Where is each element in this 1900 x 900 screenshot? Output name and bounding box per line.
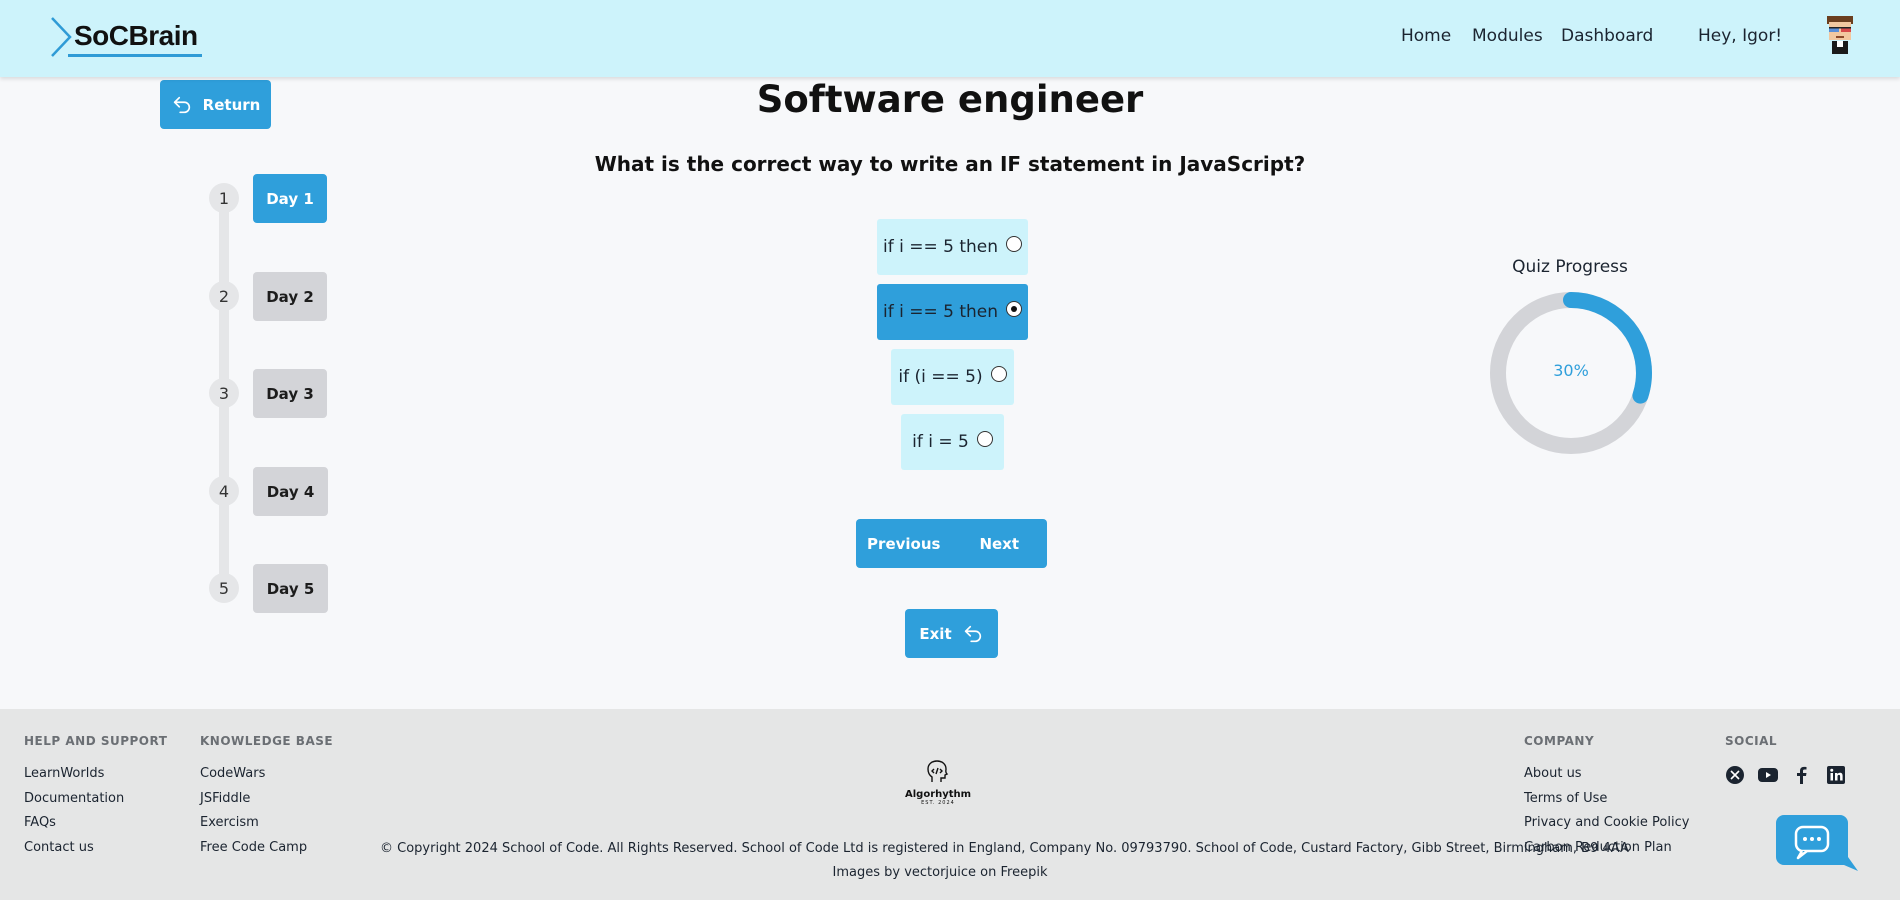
option-label: if i == 5 then — [882, 237, 999, 257]
footer-link-codewars[interactable]: CodeWars — [200, 766, 265, 781]
footer-link-exercism[interactable]: Exercism — [200, 815, 259, 830]
linkedin-icon[interactable] — [1826, 765, 1846, 785]
option-label: if (i == 5) — [898, 367, 983, 387]
algorhythm-est: EST. 2024 — [921, 800, 955, 806]
logo-underline — [68, 54, 202, 57]
footer-link-freecodecamp[interactable]: Free Code Camp — [200, 840, 307, 855]
footer-link-jsfiddle[interactable]: JSFiddle — [200, 791, 250, 806]
footer-link-contact[interactable]: Contact us — [24, 840, 94, 855]
day-number-5: 5 — [209, 573, 239, 603]
footer-heading-company: COMPANY — [1524, 734, 1595, 748]
images-credit: Images by vectorjuice on Freepik — [832, 865, 1048, 880]
option-radio[interactable] — [976, 431, 993, 447]
copyright-text: © Copyright 2024 School of Code. All Rig… — [380, 841, 1629, 856]
footer-link-learnworlds[interactable]: LearnWorlds — [24, 766, 104, 781]
quiz-question: What is the correct way to write an IF s… — [594, 152, 1306, 176]
quiz-pager: Previous Next — [856, 519, 1047, 568]
exit-button[interactable]: Exit — [905, 609, 998, 658]
nav-modules[interactable]: Modules — [1472, 26, 1543, 46]
option-radio[interactable] — [1006, 236, 1023, 252]
nav-dashboard[interactable]: Dashboard — [1561, 26, 1653, 46]
quiz-progress-value: 30% — [1553, 361, 1589, 380]
user-greeting: Hey, Igor! — [1698, 26, 1783, 46]
site-header: SoCBrain Home Modules Dashboard Hey, Igo… — [0, 0, 1900, 77]
day-1-button[interactable]: Day 1 — [253, 174, 327, 223]
previous-button[interactable]: Previous — [856, 519, 952, 568]
footer-link-privacy[interactable]: Privacy and Cookie Policy — [1524, 815, 1689, 830]
footer-heading-social: SOCIAL — [1725, 734, 1778, 748]
answer-option[interactable]: if (i == 5) — [891, 349, 1014, 405]
footer-link-carbon[interactable]: Carbon Reduction Plan — [1524, 840, 1672, 855]
answer-option[interactable]: if i == 5 then — [877, 219, 1028, 275]
nav-home[interactable]: Home — [1401, 26, 1451, 46]
return-arrow-icon — [964, 625, 981, 642]
footer-link-faqs[interactable]: FAQs — [24, 815, 56, 830]
avatar[interactable] — [1822, 14, 1858, 56]
day-number-2: 2 — [209, 281, 239, 311]
next-button[interactable]: Next — [952, 519, 1048, 568]
chevron-right-icon — [51, 17, 72, 57]
option-label: if i = 5 — [912, 432, 969, 452]
logo-text: SoCBrain — [74, 20, 198, 51]
x-icon[interactable] — [1725, 765, 1745, 785]
chat-icon[interactable] — [1776, 815, 1858, 873]
day-number-4: 4 — [209, 476, 239, 506]
day-number-3: 3 — [209, 378, 239, 408]
answer-option[interactable]: if i = 5 — [901, 414, 1004, 470]
answer-option-selected[interactable]: if i == 5 then — [877, 284, 1028, 340]
day-5-button[interactable]: Day 5 — [253, 564, 328, 613]
head-code-icon — [927, 760, 949, 782]
youtube-icon[interactable] — [1757, 765, 1779, 785]
option-radio[interactable] — [990, 366, 1007, 382]
day-3-button[interactable]: Day 3 — [253, 369, 327, 418]
facebook-icon[interactable] — [1792, 765, 1812, 785]
algorhythm-name: Algorhythm — [905, 789, 972, 800]
footer-heading-help: HELP AND SUPPORT — [24, 734, 168, 748]
algorhythm-logo: Algorhythm EST. 2024 — [905, 760, 971, 806]
footer-link-terms[interactable]: Terms of Use — [1524, 791, 1607, 806]
quiz-progress-label: Quiz Progress — [1512, 257, 1628, 277]
day-number-1: 1 — [209, 183, 239, 213]
footer-heading-knowledge: KNOWLEDGE BASE — [200, 734, 334, 748]
footer-link-documentation[interactable]: Documentation — [24, 791, 124, 806]
day-2-button[interactable]: Day 2 — [253, 272, 327, 321]
option-radio-checked[interactable] — [1006, 301, 1023, 317]
page-title: Software engineer — [756, 78, 1144, 121]
day-4-button[interactable]: Day 4 — [253, 467, 328, 516]
option-label: if i == 5 then — [882, 302, 999, 322]
footer-link-about[interactable]: About us — [1524, 766, 1582, 781]
exit-label: Exit — [919, 624, 952, 643]
